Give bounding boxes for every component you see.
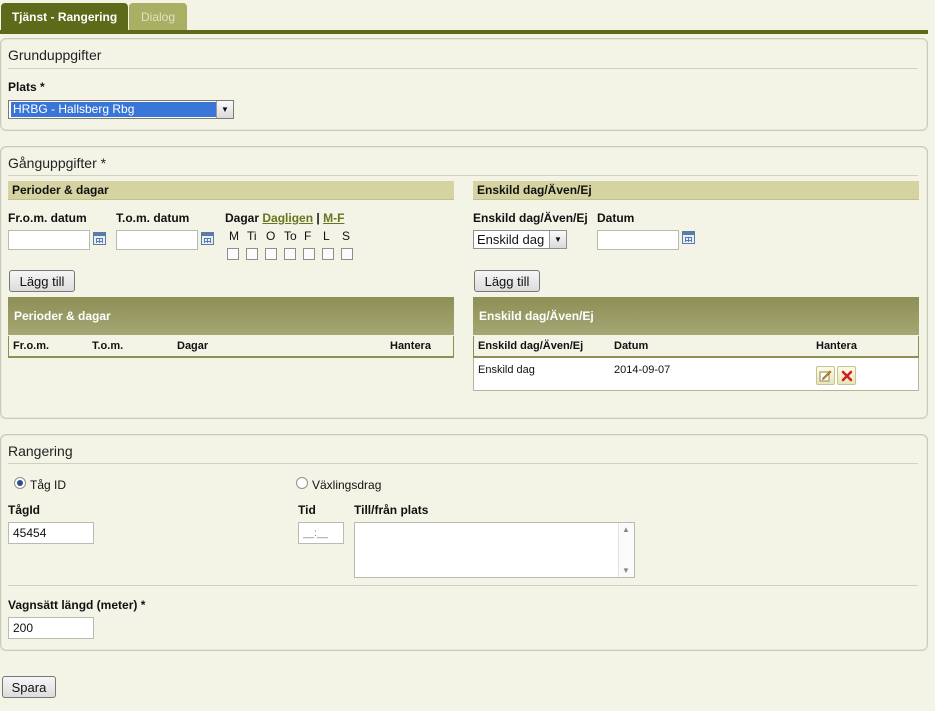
divider: [8, 585, 918, 586]
tab-underline: [0, 30, 928, 34]
checkbox-f[interactable]: [303, 248, 315, 260]
divider: [8, 463, 918, 464]
perioder-grid-header: Perioder & dagar: [8, 297, 454, 335]
mf-link[interactable]: M-F: [323, 211, 344, 225]
till-fran-textarea[interactable]: ▲ ▼: [354, 522, 635, 578]
col-enskild-type[interactable]: Enskild dag/Även/Ej: [478, 336, 583, 356]
scroll-up-icon[interactable]: ▲: [622, 525, 630, 534]
col-tom[interactable]: T.o.m.: [92, 336, 123, 356]
scroll-down-icon[interactable]: ▼: [622, 566, 630, 575]
enskild-type-value: Enskild dag: [477, 232, 545, 247]
checkbox-to[interactable]: [284, 248, 296, 260]
tid-input[interactable]: [298, 522, 344, 544]
day-label-l: L: [323, 229, 330, 243]
day-label-o: O: [266, 229, 276, 243]
divider: [8, 68, 918, 69]
radio-vaxlingsdrag[interactable]: [296, 477, 308, 489]
day-label-f: F: [304, 229, 312, 243]
plats-label: Plats *: [8, 80, 45, 94]
checkbox-o[interactable]: [265, 248, 277, 260]
plats-selected-value: HRBG - Hallsberg Rbg: [10, 101, 217, 118]
tab-dialog[interactable]: Dialog: [129, 3, 187, 31]
enskild-type-select[interactable]: Enskild dag ▼: [473, 230, 567, 249]
rangering-title: Rangering: [8, 443, 73, 459]
row-type: Enskild dag: [478, 364, 535, 376]
chevron-down-icon[interactable]: ▼: [216, 101, 233, 118]
tom-date-label: T.o.m. datum: [116, 211, 190, 225]
enskild-type-label: Enskild dag/Även/Ej: [473, 211, 588, 225]
grunduppgifter-title: Grunduppgifter: [8, 47, 102, 63]
tagid-label: TågId: [8, 503, 40, 517]
perioder-add-button[interactable]: Lägg till: [9, 270, 75, 292]
tab-tjanst-rangering[interactable]: Tjänst - Rangering: [1, 3, 128, 31]
row-datum: 2014-09-07: [614, 364, 671, 376]
tom-date-input[interactable]: [116, 230, 198, 250]
dagar-label-text: Dagar: [225, 211, 260, 225]
tid-label: Tid: [298, 503, 316, 517]
vagnsatt-label: Vagnsätt längd (meter) *: [8, 598, 146, 612]
enskild-grid-header: Enskild dag/Även/Ej: [473, 297, 919, 335]
col-hantera[interactable]: Hantera: [816, 336, 857, 356]
day-label-m: M: [229, 229, 239, 243]
tagid-input[interactable]: [8, 522, 94, 544]
day-label-to: To: [284, 229, 297, 243]
table-row: Enskild dag 2014-09-07: [473, 358, 919, 391]
scrollbar[interactable]: ▲ ▼: [618, 523, 634, 577]
datum-input[interactable]: [597, 230, 679, 250]
edit-icon[interactable]: [816, 366, 835, 385]
checkbox-s[interactable]: [341, 248, 353, 260]
link-separator: |: [316, 211, 320, 225]
dagar-label: Dagar Dagligen | M-F: [225, 211, 344, 225]
col-datum[interactable]: Datum: [614, 336, 648, 356]
from-date-label: Fr.o.m. datum: [8, 211, 87, 225]
vagnsatt-input[interactable]: [8, 617, 94, 639]
perioder-section-bar: Perioder & dagar: [8, 181, 454, 200]
col-from[interactable]: Fr.o.m.: [13, 336, 49, 356]
enskild-section-bar: Enskild dag/Även/Ej: [473, 181, 919, 200]
save-button[interactable]: Spara: [2, 676, 56, 698]
enskild-add-button[interactable]: Lägg till: [474, 270, 540, 292]
checkbox-m[interactable]: [227, 248, 239, 260]
radio-vaxlingsdrag-label: Växlingsdrag: [312, 478, 382, 492]
datum-label: Datum: [597, 211, 635, 225]
day-label-s: S: [342, 229, 351, 243]
checkbox-l[interactable]: [322, 248, 334, 260]
dagligen-link[interactable]: Dagligen: [262, 211, 313, 225]
col-dagar[interactable]: Dagar: [177, 336, 208, 356]
checkbox-ti[interactable]: [246, 248, 258, 260]
plats-select[interactable]: HRBG - Hallsberg Rbg ▼: [8, 100, 234, 119]
from-date-input[interactable]: [8, 230, 90, 250]
radio-tag-id[interactable]: [14, 477, 26, 489]
delete-icon[interactable]: [837, 366, 856, 385]
col-hantera[interactable]: Hantera: [390, 336, 431, 356]
till-fran-label: Till/från plats: [354, 503, 429, 517]
perioder-grid-columns: Fr.o.m. T.o.m. Dagar Hantera: [8, 336, 454, 358]
calendar-icon[interactable]: [201, 232, 214, 245]
ganguppgifter-title: Gånguppgifter *: [8, 155, 107, 171]
chevron-down-icon[interactable]: ▼: [549, 231, 566, 248]
enskild-grid-columns: Enskild dag/Även/Ej Datum Hantera: [473, 336, 919, 358]
radio-tag-id-label: Tåg ID: [30, 478, 67, 492]
divider: [8, 175, 918, 176]
day-label-ti: Ti: [247, 229, 257, 243]
calendar-icon[interactable]: [682, 231, 695, 244]
calendar-icon[interactable]: [93, 232, 106, 245]
